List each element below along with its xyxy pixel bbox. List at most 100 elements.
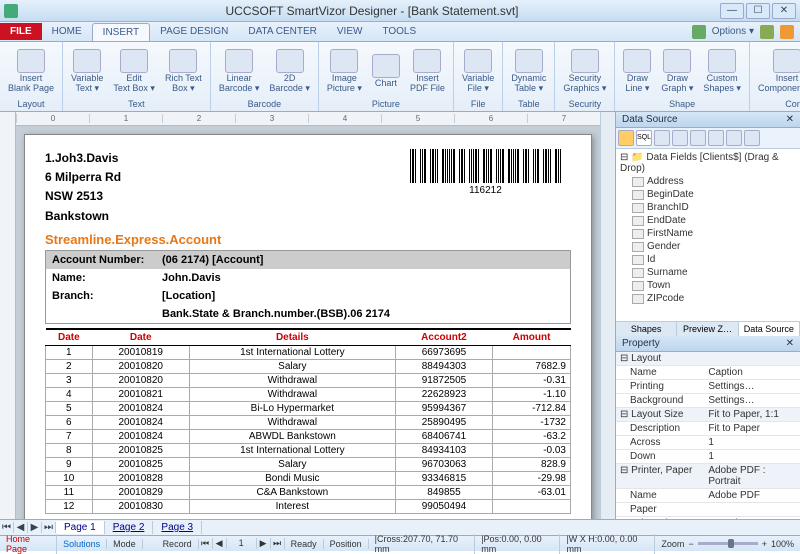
- 2d-barcode-button[interactable]: 2DBarcode ▾: [265, 47, 314, 96]
- custom-shapes-button[interactable]: CustomShapes ▾: [699, 47, 745, 96]
- panel-tab-shapes[interactable]: Shapes: [616, 322, 677, 336]
- panel-tab-data-source[interactable]: Data Source: [739, 322, 800, 336]
- page-tab[interactable]: Page 1: [56, 521, 105, 534]
- security-graphics-button[interactable]: SecurityGraphics ▾: [559, 47, 610, 96]
- insert-blank-pagebutton[interactable]: InsertBlank Page: [4, 47, 58, 96]
- menu-tab-insert[interactable]: INSERT: [92, 23, 151, 41]
- about-icon[interactable]: [780, 25, 794, 39]
- property-grid[interactable]: ⊟ LayoutNameCaptionPrintingSettings…Back…: [616, 352, 800, 520]
- menu-tab-page-design[interactable]: PAGE DESIGN: [150, 23, 238, 41]
- zoom-slider[interactable]: [698, 542, 758, 545]
- property-group[interactable]: ⊟ Printer, PaperAdobe PDF : Portrait: [616, 464, 800, 489]
- zoom-out-button[interactable]: −: [688, 539, 693, 549]
- solutions-link[interactable]: Solutions: [57, 539, 107, 549]
- menu-tab-tools[interactable]: TOOLS: [372, 23, 426, 41]
- field-tree[interactable]: ⊟ 📁 Data Fields [Clients$] (Drag & Drop)…: [616, 149, 800, 321]
- tree-field-address[interactable]: Address: [618, 175, 798, 188]
- export-icon[interactable]: [744, 130, 760, 146]
- table-row[interactable]: 720010824ABWDL Bankstown68406741-63.2: [46, 429, 571, 443]
- tree-field-gender[interactable]: Gender: [618, 240, 798, 253]
- first-page-button[interactable]: ⏮: [0, 522, 14, 533]
- record-next-button[interactable]: ▶: [257, 538, 271, 549]
- last-page-button[interactable]: ⏭: [42, 522, 56, 533]
- style-icon[interactable]: [692, 25, 706, 39]
- table-row[interactable]: 420010821Withdrawal22628923-1.10: [46, 387, 571, 401]
- filter-icon[interactable]: [654, 130, 670, 146]
- tree-field-branchid[interactable]: BranchID: [618, 201, 798, 214]
- tree-field-firstname[interactable]: FirstName: [618, 227, 798, 240]
- maximize-button[interactable]: ☐: [746, 3, 770, 19]
- table-row[interactable]: 220010820Salary884943037682.9: [46, 359, 571, 373]
- insert-pdf-filebutton[interactable]: InsertPDF File: [406, 47, 449, 96]
- property-value[interactable]: Adobe PDF: [704, 489, 800, 502]
- account-info-box[interactable]: Account Number:(06 2174) [Account]Name:J…: [45, 250, 571, 324]
- property-value[interactable]: Settings…: [704, 380, 800, 393]
- tree-field-begindate[interactable]: BeginDate: [618, 188, 798, 201]
- record-value[interactable]: 1: [227, 538, 257, 549]
- draw-line-button[interactable]: DrawLine ▾: [619, 47, 655, 96]
- insert-components-button[interactable]: InsertComponents ▾: [754, 47, 800, 96]
- design-canvas[interactable]: 1.Joh3.Davis6 Milperra RdNSW 2513Banksto…: [16, 126, 600, 519]
- menu-tab-data-center[interactable]: DATA CENTER: [238, 23, 327, 41]
- config-icon[interactable]: [726, 130, 742, 146]
- table-row[interactable]: 520010824Bi-Lo Hypermarket95994367-712.8…: [46, 401, 571, 415]
- property-value[interactable]: Portrait: [704, 517, 800, 520]
- property-group[interactable]: ⊟ Layout: [616, 352, 800, 366]
- table-row[interactable]: 1120010829C&A Bankstown849855-63.01: [46, 485, 571, 499]
- sort-icon[interactable]: [708, 130, 724, 146]
- table-row[interactable]: 1220010830Interest99050494: [46, 499, 571, 513]
- vertical-scrollbar[interactable]: [600, 112, 615, 519]
- tree-field-id[interactable]: Id: [618, 253, 798, 266]
- menu-tab-view[interactable]: VIEW: [327, 23, 373, 41]
- page-tab[interactable]: Page 3: [153, 521, 202, 534]
- tree-field-town[interactable]: Town: [618, 279, 798, 292]
- edit-text-box-button[interactable]: EditText Box ▾: [109, 47, 159, 96]
- table-row[interactable]: 1020010828Bondi Music93346815-29.98: [46, 471, 571, 485]
- draw-graph-button[interactable]: DrawGraph ▾: [657, 47, 697, 96]
- sql-icon[interactable]: SQL: [636, 130, 652, 146]
- tree-root[interactable]: ⊟ 📁 Data Fields [Clients$] (Drag & Drop): [618, 151, 798, 175]
- minimize-button[interactable]: —: [720, 3, 744, 19]
- next-page-button[interactable]: ▶: [28, 522, 42, 533]
- statement-table[interactable]: DateDateDetailsAccount2Amount1200108191s…: [45, 328, 571, 514]
- record-first-button[interactable]: ⏮: [199, 538, 213, 549]
- page[interactable]: 1.Joh3.Davis6 Milperra RdNSW 2513Banksto…: [24, 134, 592, 519]
- section-title[interactable]: Streamline.Express.Account: [45, 232, 571, 247]
- chart-button[interactable]: Chart: [368, 52, 404, 91]
- property-value[interactable]: Settings…: [704, 394, 800, 407]
- table-row[interactable]: 920010825Salary96703063828.9: [46, 457, 571, 471]
- options-menu[interactable]: Options ▾: [712, 26, 754, 37]
- linear-barcode-button[interactable]: LinearBarcode ▾: [215, 47, 264, 96]
- table-row[interactable]: 8200108251st International Lottery849341…: [46, 443, 571, 457]
- table-row[interactable]: 320010820Withdrawal91872505-0.31: [46, 373, 571, 387]
- property-value[interactable]: Fit to Paper: [704, 422, 800, 435]
- tree-field-zipcode[interactable]: ZIPcode: [618, 292, 798, 305]
- file-menu[interactable]: FILE: [0, 23, 42, 40]
- dynamic-table-button[interactable]: DynamicTable ▾: [507, 47, 550, 96]
- zoom-in-button[interactable]: +: [762, 539, 767, 549]
- refresh-icon[interactable]: [672, 130, 688, 146]
- panel-tab-preview-z-[interactable]: Preview Z…: [677, 322, 738, 336]
- property-value[interactable]: [704, 503, 800, 516]
- prev-page-button[interactable]: ◀: [14, 522, 28, 533]
- tree-field-enddate[interactable]: EndDate: [618, 214, 798, 227]
- record-last-button[interactable]: ⏭: [271, 538, 285, 549]
- rich-text-box-button[interactable]: Rich TextBox ▾: [161, 47, 206, 96]
- delete-icon[interactable]: [690, 130, 706, 146]
- menu-tab-home[interactable]: HOME: [42, 23, 92, 41]
- property-value[interactable]: 1: [704, 436, 800, 449]
- help-icon[interactable]: [760, 25, 774, 39]
- property-value[interactable]: Caption: [704, 366, 800, 379]
- property-group[interactable]: ⊟ Layout SizeFit to Paper, 1:1: [616, 408, 800, 422]
- variable-text-button[interactable]: VariableText ▾: [67, 47, 107, 96]
- tree-field-surname[interactable]: Surname: [618, 266, 798, 279]
- record-prev-button[interactable]: ◀: [213, 538, 227, 549]
- image-picture-button[interactable]: ImagePicture ▾: [323, 47, 366, 96]
- page-tab[interactable]: Page 2: [105, 521, 154, 534]
- barcode[interactable]: [410, 149, 561, 183]
- variable-file-button[interactable]: VariableFile ▾: [458, 47, 498, 96]
- db-icon[interactable]: [618, 130, 634, 146]
- address-block[interactable]: 1.Joh3.Davis6 Milperra RdNSW 2513Banksto…: [45, 149, 121, 226]
- property-value[interactable]: 1: [704, 450, 800, 463]
- table-row[interactable]: 620010824Withdrawal25890495-1732: [46, 415, 571, 429]
